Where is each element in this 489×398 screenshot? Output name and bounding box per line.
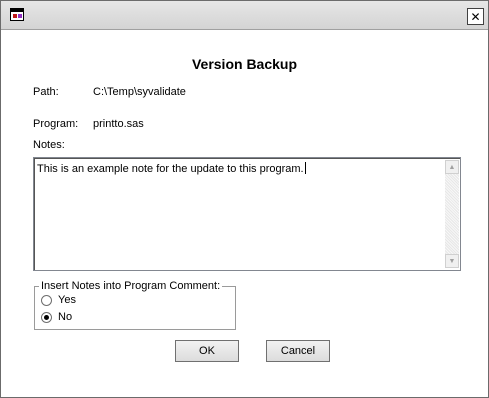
ok-button[interactable]: OK (175, 340, 239, 362)
radio-no-circle[interactable] (41, 311, 52, 323)
close-icon: ✕ (470, 9, 481, 24)
radio-no[interactable]: No (41, 311, 72, 323)
version-backup-dialog: ✕ Version Backup Path: C:\Temp\syvalidat… (0, 0, 489, 398)
insert-notes-legend: Insert Notes into Program Comment: (39, 280, 223, 292)
program-label: Program: (33, 118, 79, 130)
cancel-button[interactable]: Cancel (266, 340, 330, 362)
app-window-icon (10, 8, 24, 21)
title-bar[interactable]: ✕ (1, 1, 488, 30)
path-label: Path: (33, 86, 59, 98)
close-button[interactable]: ✕ (467, 8, 484, 25)
radio-yes[interactable]: Yes (41, 294, 76, 306)
radio-yes-circle[interactable] (41, 294, 52, 306)
radio-selected-dot (44, 314, 49, 320)
notes-textarea[interactable]: This is an example note for the update t… (33, 157, 461, 271)
text-caret (304, 162, 306, 174)
scroll-up-arrow-icon[interactable]: ▲ (445, 160, 459, 174)
radio-yes-label: Yes (58, 294, 76, 306)
path-value: C:\Temp\syvalidate (93, 86, 186, 98)
notes-text: This is an example note for the update t… (37, 163, 304, 175)
notes-label: Notes: (33, 139, 65, 151)
dialog-heading: Version Backup (191, 56, 298, 72)
insert-notes-groupbox (34, 286, 236, 330)
program-value: printto.sas (93, 118, 144, 130)
notes-scrollbar[interactable]: ▲ ▼ (445, 160, 459, 268)
scroll-down-arrow-icon[interactable]: ▼ (445, 254, 459, 268)
radio-no-label: No (58, 311, 73, 323)
